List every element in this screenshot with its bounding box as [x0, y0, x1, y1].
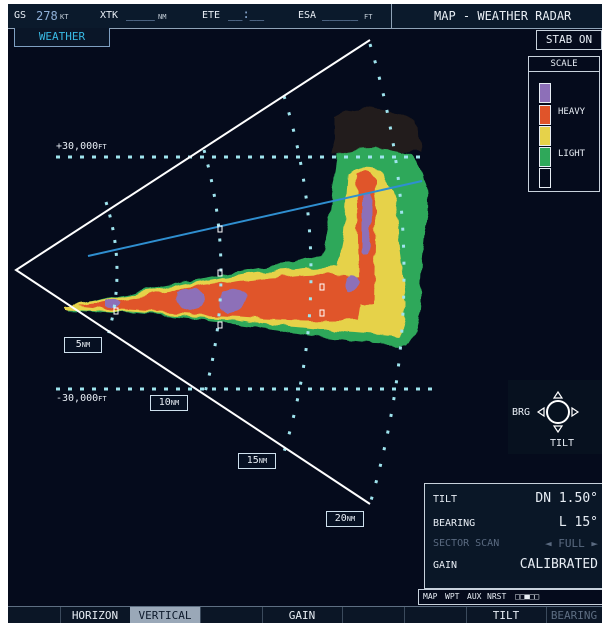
tilt-label: TILT	[433, 494, 458, 505]
softkey-blank-1[interactable]	[8, 607, 61, 623]
altitude-lower-unit: FT	[98, 395, 107, 403]
range-5-unit: NM	[81, 341, 91, 349]
scale-title: SCALE	[550, 59, 578, 69]
softkey-horizon[interactable]: HORIZON	[60, 607, 131, 623]
scale-swatch-black	[539, 168, 551, 188]
softkey-bearing[interactable]: BEARING	[546, 607, 602, 623]
gain-label: GAIN	[433, 560, 458, 571]
scale-heavy-label: HEAVY	[558, 107, 586, 117]
tilt-row: TILT DN 1.50°	[433, 490, 598, 508]
scale-title-rule	[529, 71, 599, 72]
range-arc-5nm	[104, 201, 119, 343]
nav-map[interactable]: MAP	[423, 592, 437, 601]
scale-swatch-red	[539, 105, 551, 125]
altitude-upper-unit: FT	[98, 143, 107, 151]
altitude-label-upper: +30,000FT	[56, 141, 107, 152]
range-tick	[217, 321, 223, 329]
tilt-value: DN 1.50°	[535, 491, 598, 506]
range-label-20nm: 20NM	[326, 511, 364, 527]
range-20-unit: NM	[346, 515, 356, 523]
intensity-scale-legend: SCALE HEAVY LIGHT	[528, 56, 600, 192]
range-15-value: 15	[246, 455, 259, 466]
bearing-row: BEARING L 15°	[433, 514, 598, 532]
radar-settings-panel: TILT DN 1.50° BEARING L 15° SECTOR SCAN …	[424, 483, 602, 589]
scale-swatch-green	[539, 147, 551, 167]
page-indicator: □□■□□	[515, 592, 540, 601]
range-label-15nm: 15NM	[238, 453, 276, 469]
altitude-lower-value: -30,000	[56, 393, 99, 404]
gain-row: GAIN CALIBRATED	[433, 556, 598, 574]
scale-light-label: LIGHT	[558, 149, 586, 159]
softkey-blank-4[interactable]	[404, 607, 467, 623]
bearing-label: BEARING	[433, 518, 476, 529]
range-label-10nm: 10NM	[150, 395, 188, 411]
bearing-tilt-control[interactable]: BRG TILT	[508, 380, 602, 454]
altitude-upper-value: +30,000	[56, 141, 99, 152]
mfd-screen: GS 278 KT XTK ____ NM ETE __:__ ESA ____…	[8, 4, 602, 623]
page-group-nav: MAP WPT AUX NRST □□■□□	[418, 589, 602, 605]
sector-scan-label: SECTOR SCAN	[433, 538, 500, 549]
range-10-unit: NM	[170, 399, 180, 407]
cell-top-dark	[333, 108, 420, 154]
scale-swatch-yellow	[539, 126, 551, 146]
softkey-vertical[interactable]: VERTICAL	[130, 607, 201, 623]
sector-scan-value: ◄ FULL ►	[545, 537, 598, 550]
brg-label: BRG	[512, 407, 531, 418]
softkey-tilt[interactable]: TILT	[466, 607, 547, 623]
range-10-value: 10	[158, 397, 171, 408]
gain-value: CALIBRATED	[519, 557, 598, 572]
altitude-label-lower: -30,000FT	[56, 393, 107, 404]
range-15-unit: NM	[258, 457, 268, 465]
softkey-gain[interactable]: GAIN	[262, 607, 343, 623]
nav-wpt[interactable]: WPT	[445, 592, 459, 601]
nav-aux[interactable]: AUX	[467, 592, 481, 601]
nav-nrst[interactable]: NRST	[487, 592, 506, 601]
tilt-control-label: TILT	[550, 438, 575, 449]
scale-swatch-magenta	[539, 83, 551, 103]
sector-scan-row: SECTOR SCAN ◄ FULL ►	[433, 534, 598, 552]
bearing-value: L 15°	[558, 515, 598, 530]
range-label-5nm: 5NM	[64, 337, 102, 353]
softkey-blank-2[interactable]	[200, 607, 263, 623]
range-20-value: 20	[334, 513, 347, 524]
softkey-bar: HORIZON VERTICAL GAIN TILT BEARING	[8, 606, 602, 623]
softkey-blank-3[interactable]	[342, 607, 405, 623]
